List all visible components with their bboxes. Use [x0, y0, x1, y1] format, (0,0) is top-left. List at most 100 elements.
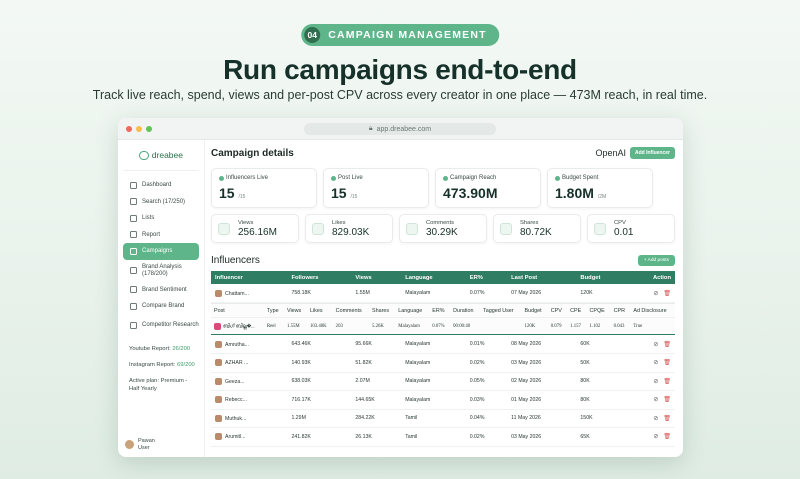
post-column-header: Type — [263, 303, 284, 318]
stat-card-campaign-reach: Campaign Reach 473.90M — [435, 168, 541, 208]
budget-icon — [555, 175, 560, 181]
active-plan: Active plan: Premium - Half Yearly — [129, 377, 188, 392]
sidebar-item-campaigns[interactable]: Campaigns — [123, 243, 199, 260]
sidebar-item-label: Lists — [142, 215, 155, 222]
row-actions: ⊘ 🗑︎ — [627, 427, 675, 447]
sidebar-item-brand-sentiment[interactable]: Brand Sentiment — [123, 282, 199, 299]
delete-icon[interactable]: 🗑︎ — [663, 434, 671, 440]
table-cell: 150K — [576, 409, 628, 428]
avatar — [215, 414, 222, 422]
metric-label: CPV — [614, 219, 626, 226]
row-actions: ⊘ 🗑︎ — [627, 335, 675, 354]
close-dot[interactable] — [126, 125, 132, 132]
visibility-icon[interactable]: ⊘ — [653, 416, 658, 422]
sidebar-item-dashboard[interactable]: Dashboard — [123, 177, 199, 194]
column-header[interactable]: Budget — [576, 271, 628, 284]
row-actions: ⊘ 🗑︎ — [627, 353, 675, 373]
stat-label: Budget Spent — [562, 175, 599, 181]
table-cell: 51.82K — [351, 353, 402, 373]
stat-label: Influencers Live — [226, 175, 269, 181]
post-column-header: Duration — [450, 303, 481, 318]
column-header[interactable]: Followers — [287, 271, 352, 284]
post-column-header: Likes — [306, 303, 333, 318]
stat-card-budget-spent: Budget Spent 1.80M /2M — [547, 168, 653, 208]
delete-icon[interactable]: 🗑︎ — [663, 342, 671, 348]
table-cell: 716.17K — [287, 390, 352, 410]
sidebar-item-compare-brand[interactable]: Compare Brand — [123, 298, 199, 315]
visibility-icon[interactable]: ⊘ — [653, 291, 658, 297]
sidebar-item-label: Dashboard — [142, 182, 172, 189]
metric-value: 0.01 — [614, 226, 634, 238]
influencer-cell[interactable]: Arumitl... — [211, 427, 288, 447]
table-cell: 03 May 2026 — [507, 353, 577, 373]
influencer-cell[interactable]: Rebecc... — [211, 390, 288, 410]
table-cell: 50K — [576, 353, 628, 373]
post-icon — [331, 175, 336, 181]
metric-card-cpv: CPV 0.01 — [587, 214, 675, 243]
column-header[interactable]: Influencer — [211, 271, 288, 284]
visibility-icon[interactable]: ⊘ — [653, 379, 658, 385]
influencers-title: Influencers — [211, 254, 260, 266]
table-cell: 120K — [576, 284, 628, 303]
table-row[interactable]: Muthuk... 1.29M 284.22K Tamil 0.04% 11 May 20… — [211, 409, 675, 428]
delete-icon[interactable]: 🗑︎ — [663, 416, 671, 422]
column-header[interactable]: Views — [351, 271, 402, 284]
table-cell: 1.55M — [351, 284, 402, 303]
visibility-icon[interactable]: ⊘ — [653, 397, 658, 403]
column-header[interactable]: ER% — [465, 271, 508, 284]
avatar — [125, 440, 134, 449]
post-column-header: Shares — [369, 303, 396, 318]
influencer-cell[interactable]: Geeza... — [211, 372, 288, 391]
table-row[interactable]: Geeza... 638.03K 2.07M Malayalam 0.05% 02 May… — [211, 372, 675, 391]
post-row[interactable]: ബിഗ് ബില്ല�... Reel 1.55M 103.48K 203 5.26K Ma… — [211, 318, 675, 335]
table-row[interactable]: Amrutha... 643.46K 95.66K Malayalam 0.01% 08 … — [211, 335, 675, 354]
table-row[interactable]: AZHAR ... 140.93K 51.82K Malayalam 0.02% 03 M… — [211, 353, 675, 373]
visibility-icon[interactable]: ⊘ — [653, 434, 658, 440]
stat-label: Campaign Reach — [450, 175, 497, 181]
sidebar-item-competitor-research[interactable]: Competitor Research — [123, 315, 199, 337]
sidebar-item-brand-analysis[interactable]: Brand Analysis (178/200) — [123, 260, 199, 282]
delete-icon[interactable]: 🗑︎ — [663, 291, 671, 297]
table-cell: 80K — [576, 372, 628, 391]
influencer-cell[interactable]: Muthuk... — [211, 409, 288, 428]
sidebar: dreabee Dashboard Search (17/250) Lists … — [118, 140, 205, 457]
user-profile[interactable]: Pawan User — [125, 438, 155, 451]
stat-suffix: /15 — [350, 194, 358, 200]
influencer-cell[interactable]: Chattam... — [211, 284, 288, 303]
maximize-dot[interactable] — [146, 125, 152, 132]
subheadline: Track live reach, spend, views and per-p… — [92, 88, 708, 102]
table-row[interactable]: Rebecc... 716.17K 144.65K Malayalam 0.03% 01 … — [211, 390, 675, 410]
research-icon — [130, 322, 137, 329]
table-row[interactable]: Chattam... 758.18K 1.55M Malayalam 0.07% 07 M… — [211, 284, 675, 303]
table-cell: 0.02% — [465, 353, 508, 373]
stat-value: 15 — [219, 185, 235, 201]
address-bar[interactable]: 🔒︎ app.dreabee.com — [304, 123, 496, 135]
add-posts-button[interactable]: + Add posts — [637, 254, 675, 266]
influencer-name: Geeza... — [225, 378, 245, 385]
table-row[interactable]: Arumitl... 241.82K 26.13K Tamil 0.02% 03 May … — [211, 427, 675, 447]
sidebar-item-report[interactable]: Report — [123, 227, 199, 244]
minimize-dot[interactable] — [136, 125, 142, 132]
headline: Run campaigns end-to-end — [223, 54, 577, 85]
sidebar-item-search[interactable]: Search (17/250) — [123, 194, 199, 211]
dashboard-icon — [130, 181, 137, 189]
post-details-table: Post Type Views Likes Comments Shares Language… — [211, 303, 675, 335]
app-logo[interactable]: dreabee — [123, 146, 199, 171]
influencer-cell[interactable]: AZHAR ... — [211, 353, 288, 373]
column-header[interactable]: Last Post — [507, 271, 577, 284]
table-cell: 0.03% — [465, 390, 508, 410]
delete-icon[interactable]: 🗑︎ — [663, 379, 671, 385]
delete-icon[interactable]: 🗑︎ — [663, 360, 671, 366]
influencer-name: Amrutha... — [225, 341, 249, 348]
influencer-cell[interactable]: Amrutha... — [211, 335, 288, 354]
sidebar-item-lists[interactable]: Lists — [123, 210, 199, 227]
column-header[interactable]: Language — [401, 271, 466, 284]
post-cell: 1.55M — [286, 323, 300, 329]
visibility-icon[interactable]: ⊘ — [653, 342, 658, 348]
delete-icon[interactable]: 🗑︎ — [663, 397, 671, 403]
post-cell[interactable]: ബിഗ് ബില്ല�... — [211, 318, 264, 335]
add-influencer-button[interactable]: Add Influencer — [629, 147, 675, 159]
sidebar-item-label: Report — [142, 231, 161, 238]
visibility-icon[interactable]: ⊘ — [653, 360, 658, 366]
compare-icon — [130, 302, 137, 310]
